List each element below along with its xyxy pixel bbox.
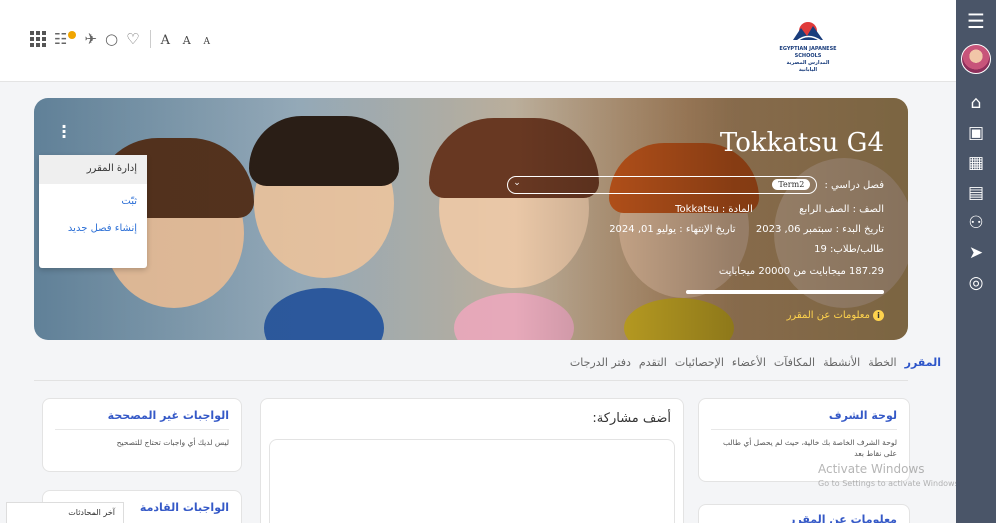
tab-statistics[interactable]: الإحصائيات [675,356,724,369]
storage-text: 187.29 ميجابايت من 20000 ميجابايت [718,266,884,277]
header-toolbar: ☷ ✈ ○ ♡ A A A [30,30,214,48]
storage-progress-fill [686,290,884,294]
document-icon[interactable]: ▤ [956,178,996,208]
megaphone-icon[interactable]: ✈ [84,30,97,48]
ungraded-title: الواجبات غير المصححة [107,409,229,422]
grade-label: الصف : [852,204,884,215]
watermark-line-1: Activate Windows [818,462,925,476]
students-count: 19 [814,244,827,255]
ungraded-card: الواجبات غير المصححة ليس لديك أي واجبات … [42,398,242,472]
post-title: أضف مشاركة: [592,411,671,426]
students-row: طالب/طلاب: 19 [814,244,884,255]
course-banner: · · · Tokkatsu G4 فصل دراسي : Term2 ⌄ الصف… [34,98,908,340]
course-info-link-label: معلومات عن المقرر [786,310,870,321]
tab-activities[interactable]: الأنشطة [823,356,860,369]
ungraded-empty-text: ليس لديك أي واجبات تحتاج للتصحيح [116,438,229,447]
font-size-medium-button[interactable]: A [183,34,195,47]
monitor-icon[interactable]: ▣ [956,118,996,148]
course-info-link[interactable]: iمعلومات عن المقرر [787,310,884,321]
tab-course[interactable]: المقرر [905,356,941,369]
users-icon[interactable]: ⚇ [956,208,996,238]
font-size-small-button[interactable]: A [203,37,214,47]
watermark-line-2: Go to Settings to activate Windows. [818,479,962,488]
notes-icon[interactable]: ☷ [54,30,67,48]
apps-grid-icon[interactable] [30,31,46,47]
logo-text-en: EGYPTIAN JAPANESE SCHOOLS [779,46,837,59]
tab-plan[interactable]: الخطة [868,356,896,369]
start-date-value: سبتمبر 06, 2023 [755,224,833,235]
post-card: أضف مشاركة: [260,398,684,523]
font-size-large-button[interactable]: A [161,33,174,48]
school-logo[interactable]: EGYPTIAN JAPANESE SCHOOLS المدارس المصري… [778,20,838,73]
end-date-value: يوليو 01, 2024 [609,224,677,235]
grade-value: الصف الرابع [799,204,850,215]
chat-icon[interactable]: ○ [105,30,118,48]
subject-label: المادة : [721,204,753,215]
grade-subject-row: الصف : الصف الرابع المادة : Tokkatsu [675,204,884,215]
tab-rewards[interactable]: المكافآت [774,356,815,369]
rocket-icon[interactable]: ➤ [956,238,996,268]
term-label: فصل دراسي : [824,180,884,191]
menu-header: إدارة المقرر [39,155,147,184]
divider [711,429,897,430]
more-options-icon[interactable]: · · · [61,119,67,145]
divider [55,429,229,430]
recent-chats-label: آخر المحادثات [68,508,115,517]
divider [149,30,151,48]
chevron-down-icon: ⌄ [513,178,521,188]
windows-watermark: Activate Windows Go to Settings to activ… [818,462,961,488]
term-value: Term2 [772,179,811,190]
hamburger-menu-icon[interactable]: ☰ [956,6,996,36]
tabs-divider [34,380,908,381]
dates-row: تاريخ البدء : سبتمبر 06, 2023 تاريخ الإن… [609,224,884,235]
calendar-icon[interactable]: ▦ [956,148,996,178]
tab-members[interactable]: الأعضاء [732,356,766,369]
term-row: فصل دراسي : Term2 ⌄ [507,176,884,194]
course-about-title: معلومات عن المقرر [789,513,897,523]
lifebuoy-icon[interactable]: ◎ [956,268,996,298]
term-select[interactable]: Term2 ⌄ [507,176,818,194]
leaderboard-empty-text: لوحة الشرف الخاصة بك خالية، حيث لم يحصل … [723,438,897,458]
home-icon[interactable]: ⌂ [956,88,996,118]
menu-item-new-section[interactable]: إنشاء فصل جديد [39,219,147,246]
top-header: ☷ ✈ ○ ♡ A A A EGYPTIAN JAPANESE SCHOOLS … [0,0,956,82]
right-sidebar: ☰ ⌂ ▣ ▦ ▤ ⚇ ➤ ◎ [956,0,996,523]
course-management-menu: إدارة المقرر ثبّت إنشاء فصل جديد [39,155,147,268]
tab-gradebook[interactable]: دفتر الدرجات [570,356,631,369]
students-label: طالب/طلاب: [830,244,884,255]
info-icon: i [873,310,884,321]
font-size-controls: A A A [161,30,214,48]
storage-progress-bar [686,290,884,294]
end-date-label: تاريخ الإنتهاء : [679,224,736,235]
post-input[interactable] [269,439,675,523]
course-about-card: معلومات عن المقرر [698,504,910,523]
start-date-label: تاريخ البدء : [835,224,884,235]
recent-chats-tab[interactable]: آخر المحادثات [6,502,124,523]
bell-icon[interactable]: ♡ [126,30,139,48]
menu-item-pin[interactable]: ثبّت [39,184,147,219]
avatar[interactable] [961,44,991,74]
course-tabs: المقرر الخطة الأنشطة المكافآت الأعضاء ال… [570,356,941,369]
tab-progress[interactable]: التقدم [639,356,667,369]
logo-text-ar: المدارس المصرية اليابانية [786,60,830,73]
leaderboard-title: لوحة الشرف [828,409,897,422]
course-title: Tokkatsu G4 [719,128,884,158]
subject-value: Tokkatsu [675,204,719,215]
notification-dot [68,31,77,39]
